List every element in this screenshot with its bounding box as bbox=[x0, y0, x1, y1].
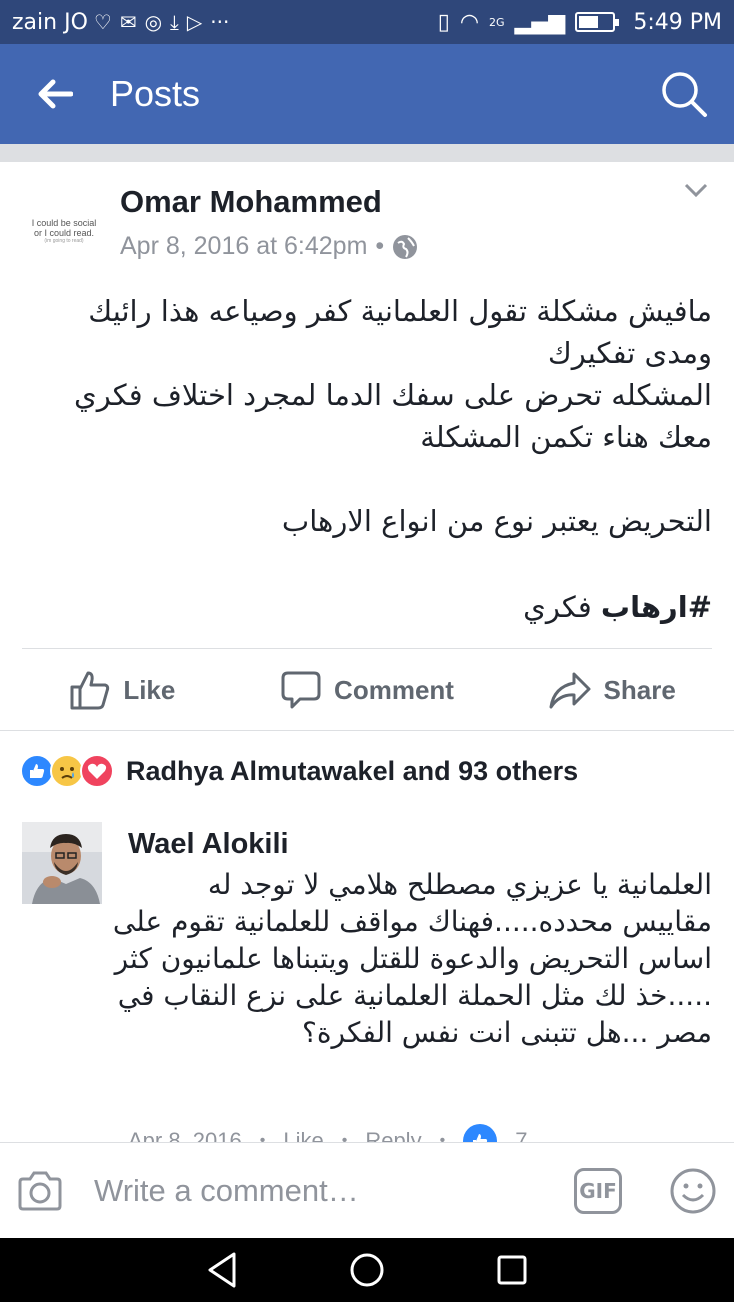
share-label: Share bbox=[603, 674, 676, 705]
carrier-name: zain JO bbox=[12, 9, 88, 35]
love-reaction-icon bbox=[80, 754, 114, 788]
status-bar: zain JO ♡ ✉ ◎ ⤓ ▷ ··· ▯ ◠ 2G ▂▄▆ 5:49 PM bbox=[0, 0, 734, 44]
comment-label: Comment bbox=[334, 674, 454, 705]
post-actions: Like Comment Share bbox=[0, 650, 734, 730]
chevron-down-icon bbox=[684, 183, 708, 198]
battery-icon bbox=[575, 12, 620, 32]
back-button[interactable] bbox=[0, 44, 110, 144]
divider bbox=[22, 648, 712, 649]
gif-button[interactable]: GIF bbox=[574, 1167, 622, 1214]
speech-bubble-icon bbox=[281, 671, 321, 709]
sticker-button[interactable] bbox=[652, 1167, 734, 1215]
comment-composer: Write a comment… GIF bbox=[0, 1142, 734, 1238]
home-circle-icon[interactable] bbox=[347, 1250, 387, 1290]
meta-separator: • bbox=[375, 232, 385, 260]
avatar-text-line: (im going to read) bbox=[44, 238, 84, 245]
vibrate-icon: ▯ bbox=[437, 9, 450, 35]
share-arrow-icon bbox=[549, 672, 591, 709]
post-author-avatar[interactable]: I could be social or I could read. (im g… bbox=[22, 190, 106, 274]
reactions-label: Radhya Almutawakel and 93 others bbox=[126, 755, 579, 786]
more-icon: ··· bbox=[210, 10, 230, 34]
like-button[interactable]: Like bbox=[0, 650, 245, 730]
post-options-button[interactable] bbox=[684, 182, 708, 201]
post-meta: Apr 8, 2016 at 6:42pm • bbox=[120, 232, 418, 261]
smiley-icon bbox=[670, 1168, 716, 1213]
whatsapp-icon: ◎ bbox=[144, 10, 163, 34]
camera-icon bbox=[18, 1171, 62, 1210]
comment-input[interactable]: Write a comment… bbox=[94, 1173, 359, 1209]
download-icon: ⤓ bbox=[170, 10, 179, 34]
wifi-icon: ◠ bbox=[459, 9, 480, 35]
recents-square-icon[interactable] bbox=[492, 1250, 532, 1290]
clock: 5:49 PM bbox=[633, 9, 722, 35]
post-text-line: التحريض يعتبر نوع من انواع الارهاب bbox=[281, 504, 712, 538]
page-title: Posts bbox=[110, 73, 201, 114]
signal-icon: ▂▄▆ bbox=[514, 9, 566, 35]
send-icon: ▷ bbox=[186, 10, 203, 34]
app-bar: Posts bbox=[0, 44, 734, 144]
share-button[interactable]: Share bbox=[489, 650, 734, 730]
like-reaction-icon bbox=[20, 754, 54, 788]
feed-separator bbox=[0, 144, 734, 162]
commenter-avatar[interactable] bbox=[22, 822, 102, 904]
commenter-name[interactable]: Wael Alokili bbox=[128, 828, 289, 861]
search-icon bbox=[662, 72, 707, 117]
search-button[interactable] bbox=[634, 44, 734, 144]
mail-icon: ✉ bbox=[119, 10, 137, 34]
hashtag-bold: #ارهاب bbox=[600, 590, 712, 624]
notification-icons: ♡ ✉ ◎ ⤓ ▷ ··· bbox=[94, 10, 229, 34]
battery-fill bbox=[579, 16, 599, 28]
like-label: Like bbox=[123, 674, 176, 705]
post-text-line: المشكله تحرض على سفك الدما لمجرد اختلاف … bbox=[74, 378, 712, 454]
divider bbox=[0, 730, 734, 731]
post-hashtag[interactable]: #ارهاب فكري bbox=[523, 590, 712, 624]
back-triangle-icon[interactable] bbox=[202, 1250, 242, 1290]
arrow-left-icon bbox=[38, 79, 73, 109]
post-text-line: مافيش مشكلة تقول العلمانية كفر وصياعه هذ… bbox=[88, 294, 712, 370]
post-author-name[interactable]: Omar Mohammed bbox=[120, 184, 382, 220]
post-timestamp[interactable]: Apr 8, 2016 at 6:42pm bbox=[120, 232, 367, 261]
globe-icon bbox=[393, 234, 418, 259]
camera-button[interactable] bbox=[0, 1170, 80, 1212]
network-type: 2G bbox=[489, 15, 505, 29]
reactions-summary[interactable]: Radhya Almutawakel and 93 others bbox=[20, 754, 578, 788]
hashtag-rest: فكري bbox=[523, 590, 592, 624]
comment-button[interactable]: Comment bbox=[245, 650, 490, 730]
post-body: مافيش مشكلة تقول العلمانية كفر وصياعه هذ… bbox=[22, 290, 712, 542]
thumbs-up-icon bbox=[70, 671, 110, 710]
comment-text: العلمانية يا عزيزي مصطلح هلامي لا توجد ل… bbox=[112, 868, 712, 1049]
system-nav-bar bbox=[0, 1238, 734, 1302]
sad-reaction-icon bbox=[50, 754, 84, 788]
post-text-line bbox=[22, 458, 712, 500]
heart-monitor-icon: ♡ bbox=[93, 10, 112, 34]
